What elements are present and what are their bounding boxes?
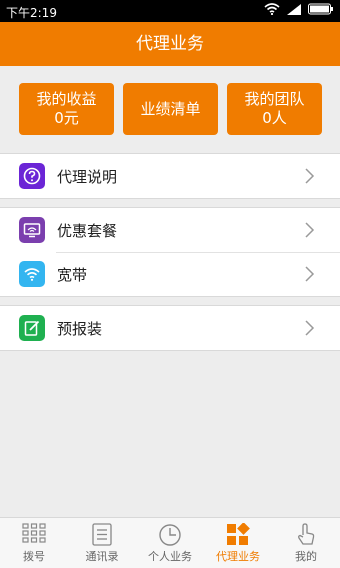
my-team-value: 0人 xyxy=(262,109,287,127)
wifi-status-icon xyxy=(264,3,280,15)
tab-label: 通讯录 xyxy=(85,550,119,563)
my-earnings-value: 0元 xyxy=(54,109,79,127)
menu-group-preinstall: 预报装 xyxy=(0,305,340,351)
battery-icon xyxy=(308,3,333,15)
performance-list-label: 业绩清单 xyxy=(140,99,201,118)
tab-label: 个人业务 xyxy=(148,550,192,563)
tab-mine[interactable]: 我的 xyxy=(272,518,340,568)
question-icon xyxy=(19,163,45,189)
wifi-icon xyxy=(19,261,45,287)
tab-label: 拨号 xyxy=(23,550,45,563)
edit-icon xyxy=(19,315,45,341)
tab-personal-business[interactable]: 个人业务 xyxy=(136,518,204,568)
menu-item-label: 优惠套餐 xyxy=(57,221,118,240)
page-title: 代理业务 xyxy=(136,34,204,54)
menu-item-broadband[interactable]: 宽带 xyxy=(0,252,340,296)
menu-item-label: 宽带 xyxy=(57,265,88,284)
chevron-right-icon xyxy=(305,222,315,238)
menu-group-products: 优惠套餐 宽带 xyxy=(0,207,340,297)
menu-item-pre-installation[interactable]: 预报装 xyxy=(0,306,340,350)
signal-status-icon xyxy=(287,4,301,15)
menu-item-label: 代理说明 xyxy=(57,167,118,186)
bottom-tab-bar: 拨号 通讯录 个人业务 代理业务 我的 xyxy=(0,517,340,568)
tab-label: 代理业务 xyxy=(216,550,260,563)
tab-agent-business[interactable]: 代理业务 xyxy=(204,518,272,568)
menu-item-label: 预报装 xyxy=(57,319,103,338)
agent-icon xyxy=(227,523,250,545)
menu-item-discount-package[interactable]: 优惠套餐 xyxy=(0,208,340,252)
clock-icon xyxy=(159,524,181,546)
tv-icon xyxy=(19,217,45,243)
summary-cards: 我的收益 0元 业绩清单 我的团队 0人 xyxy=(0,66,340,152)
chevron-right-icon xyxy=(305,320,315,336)
my-team-label: 我的团队 xyxy=(244,90,305,108)
app-header: 代理业务 xyxy=(0,22,340,66)
performance-list-button[interactable]: 业绩清单 xyxy=(123,83,218,135)
hand-icon xyxy=(298,523,315,545)
my-earnings-button[interactable]: 我的收益 0元 xyxy=(19,83,114,135)
my-team-button[interactable]: 我的团队 0人 xyxy=(227,83,322,135)
status-bar: 下午2:19 xyxy=(0,0,340,22)
chevron-right-icon xyxy=(305,168,315,184)
contacts-icon xyxy=(92,523,112,546)
tab-dial[interactable]: 拨号 xyxy=(0,518,68,568)
status-time: 下午2:19 xyxy=(6,6,57,20)
status-icons xyxy=(264,3,334,15)
chevron-right-icon xyxy=(305,266,315,282)
menu-group-info: 代理说明 xyxy=(0,153,340,199)
tab-contacts[interactable]: 通讯录 xyxy=(68,518,136,568)
tab-label: 我的 xyxy=(295,550,317,563)
dialpad-icon xyxy=(22,523,46,543)
menu-item-agent-instructions[interactable]: 代理说明 xyxy=(0,154,340,198)
my-earnings-label: 我的收益 xyxy=(36,90,97,108)
